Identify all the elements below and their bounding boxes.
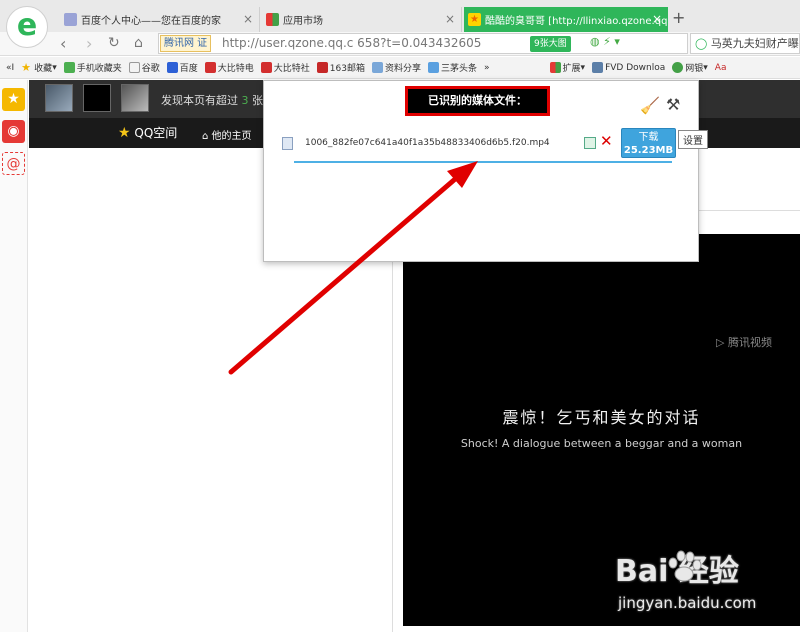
bookmark-sanmao[interactable]: 三茅头条 <box>428 61 477 74</box>
bookmark-fvd[interactable]: FVD Downloa <box>592 62 665 73</box>
media-file-name[interactable]: 1006_882fe07c641a40f1a35b48833406d6b5.f2… <box>305 138 550 148</box>
phone-icon <box>63 62 75 73</box>
photo-thumbnail[interactable] <box>45 84 73 112</box>
tab-qzone-active[interactable]: ★ 酷酷的臭哥哥 [http://llinxiao.qzone.qq. × <box>464 7 668 32</box>
new-tab-button[interactable]: + <box>672 8 685 27</box>
bookmark-mobile[interactable]: 手机收藏夹 <box>63 61 122 74</box>
video-player[interactable] <box>403 234 800 626</box>
settings-tools-icon[interactable]: ⚒ <box>666 95 680 114</box>
tab-app-market[interactable]: 应用市场 × <box>262 7 462 32</box>
tab-label: 百度个人中心——您在百度的家 <box>81 16 221 27</box>
address-tool-icons[interactable]: ◍ ⚡ ▾ <box>590 35 620 48</box>
video-caption-cn: 震惊！乞丐和美女的对话 <box>502 408 701 427</box>
dabit-icon <box>260 62 272 73</box>
big-image-button[interactable]: 9张大图 <box>530 36 571 52</box>
broom-clear-icon[interactable]: 🧹 <box>640 96 660 115</box>
home-button[interactable]: ⌂ <box>134 35 143 51</box>
tab-close-icon[interactable]: × <box>652 12 662 26</box>
mail-at-icon[interactable]: @ <box>2 152 25 175</box>
address-url[interactable]: http://user.qzone.qq.c 658?t=0.043432605 <box>222 34 530 52</box>
video-brand-watermark: ▷ 腾讯视频 <box>716 336 772 349</box>
bookmark-dabit-2[interactable]: 大比特社 <box>260 61 310 74</box>
photo-thumbnail[interactable] <box>83 84 111 112</box>
baidu-paw-icon <box>668 550 702 582</box>
shield-icon <box>672 62 684 73</box>
page-icon <box>128 62 140 73</box>
baidu-favicon-icon <box>64 13 77 26</box>
search-text: 马英九夫妇财产曝 <box>710 37 799 50</box>
app-market-favicon-icon <box>266 13 279 26</box>
search-input[interactable]: ◯ 马英九夫妇财产曝 <box>690 33 800 54</box>
bookmark-collapse[interactable]: «I <box>6 63 14 73</box>
qzone-star-icon: ★ <box>118 125 131 141</box>
delete-icon[interactable]: ✕ <box>600 132 613 150</box>
browser-e-icon: e <box>16 8 38 43</box>
watermark-url: jingyan.baidu.com <box>618 594 757 612</box>
qzone-star-favicon-icon: ★ <box>468 13 481 26</box>
bookmark-more[interactable]: » <box>484 63 490 73</box>
download-size: 25.23MB <box>623 145 674 156</box>
forward-button[interactable]: › <box>86 34 92 53</box>
qzone-logo[interactable]: ★ QQ空间 <box>118 124 177 141</box>
download-button[interactable]: 下载 25.23MB <box>621 128 676 158</box>
bookmark-aa[interactable]: Aa <box>715 63 727 73</box>
download-icon <box>592 62 604 73</box>
tab-close-icon[interactable]: × <box>445 12 455 26</box>
download-label: 下载 <box>638 132 659 143</box>
weibo-icon[interactable]: ◉ <box>2 120 25 143</box>
photo-thumbnail[interactable] <box>121 84 149 112</box>
browser-logo[interactable]: e <box>6 6 48 48</box>
favorites-star-icon[interactable]: ★ <box>2 88 25 111</box>
his-home-link[interactable]: ⌂ 他的主页 <box>202 127 252 142</box>
house-icon: ⌂ <box>202 131 209 142</box>
bookmark-dabit-1[interactable]: 大比特电 <box>204 61 254 74</box>
mail-163-icon <box>316 62 328 73</box>
cert-badge[interactable]: 腾讯网 证 <box>160 35 212 52</box>
dabit-icon <box>204 62 216 73</box>
bookmark-google[interactable]: 谷歌 <box>128 61 160 74</box>
sanmao-icon <box>428 62 439 73</box>
tab-label: 酷酷的臭哥哥 [http://llinxiao.qzone.qq. <box>485 16 668 27</box>
baidu-icon <box>166 62 178 73</box>
bookmark-favorites[interactable]: ★ 收藏 ▾ <box>21 61 57 74</box>
search-icon: ◯ <box>695 37 708 50</box>
settings-tooltip: 设置 <box>678 130 708 149</box>
tencent-video-icon: ▷ <box>716 336 725 349</box>
apps-grid-icon <box>549 62 561 73</box>
bookmarks-bar: «I ★ 收藏 ▾ 手机收藏夹 谷歌 百度 大比特电 大比特社 163邮箱 资料分… <box>0 57 800 79</box>
popup-title: 已识别的媒体文件： <box>405 86 550 116</box>
tab-label: 应用市场 <box>283 16 323 27</box>
tab-close-icon[interactable]: × <box>243 12 253 26</box>
photo-notice: 发现本页有超过 3 张 <box>161 94 263 107</box>
bookmark-extensions[interactable]: 扩展 ▾ <box>549 61 585 74</box>
video-file-icon <box>282 137 293 150</box>
bookmark-baidu[interactable]: 百度 <box>166 61 198 74</box>
reload-button[interactable]: ↻ <box>108 35 120 51</box>
tab-baidu-center[interactable]: 百度个人中心——您在百度的家 × <box>60 7 260 32</box>
share-icon <box>371 62 383 73</box>
back-button[interactable]: ‹ <box>60 34 66 53</box>
file-underline <box>294 161 672 163</box>
bookmark-bank[interactable]: 网银 ▾ <box>672 61 708 74</box>
bookmark-share[interactable]: 资料分享 <box>371 61 421 74</box>
video-caption-en: Shock! A dialogue between a beggar and a… <box>460 437 743 450</box>
save-icon[interactable] <box>584 137 596 149</box>
bookmark-163[interactable]: 163邮箱 <box>316 61 365 74</box>
star-icon: ★ <box>21 61 32 74</box>
